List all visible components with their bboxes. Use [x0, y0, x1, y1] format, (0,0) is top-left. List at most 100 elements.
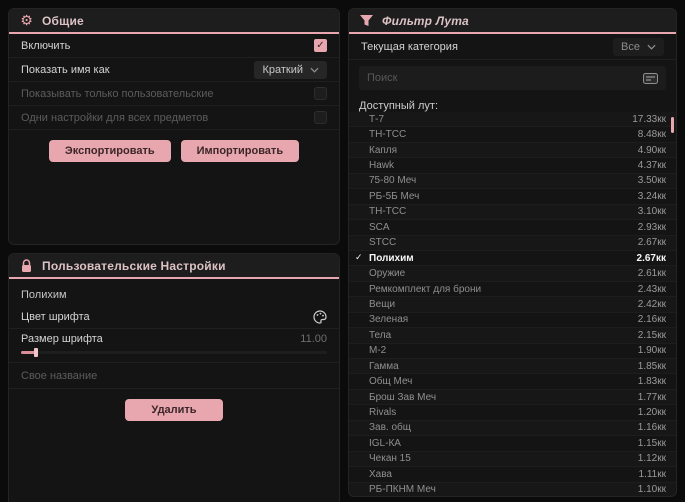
loot-item-name: IGL-КА [369, 437, 401, 449]
list-item[interactable]: Чекан 15 1.12кк [349, 452, 676, 468]
loot-item-value: 2.67кк [637, 237, 666, 249]
same-settings-row: Одни настройки для всех предметов [9, 106, 339, 130]
loot-item-name: ТН-ТСС [369, 206, 407, 218]
loot-item-value: 1.83кк [637, 376, 666, 388]
loot-item-value: 2.15кк [637, 329, 666, 341]
list-item[interactable]: РБ-5Б Меч 3.24кк [349, 189, 676, 205]
custom-settings-header: Пользовательские Настройки [9, 254, 339, 279]
list-item[interactable]: STCC 2.67кк [349, 236, 676, 251]
list-item[interactable]: Зав. общ 1.16кк [349, 421, 676, 437]
loot-item-name: Ремкомплект для брони [369, 283, 482, 295]
loot-item-name: Брош Зав Меч [369, 391, 437, 403]
list-item[interactable]: Ремкомплект для брони 2.43кк [349, 282, 676, 298]
list-item[interactable]: Тела 2.15кк [349, 328, 676, 344]
list-item[interactable]: Капля 4.90кк [349, 143, 676, 159]
show-name-dropdown[interactable]: Краткий [254, 60, 327, 79]
loot-item-name: Зав. общ [369, 422, 411, 434]
only-custom-row: Показывать только пользовательские [9, 82, 339, 106]
loot-item-value: 1.15кк [637, 437, 666, 449]
loot-filter-panel: Фильтр Лута Текущая категория Все Поиск … [348, 8, 677, 497]
list-item[interactable]: Оружие 2.61кк [349, 266, 676, 282]
list-item[interactable]: Т-7 17.33кк [349, 112, 676, 128]
selected-item-name: Полихим [21, 289, 67, 301]
slider-handle[interactable] [34, 348, 38, 357]
custom-settings-panel: Пользовательские Настройки Полихим Цвет … [8, 253, 340, 502]
loot-item-name: ТН-ТСС [369, 129, 407, 141]
list-item[interactable]: РБ-ПКНМ Меч 1.10кк [349, 483, 676, 497]
font-color-row: Цвет шрифта [9, 305, 339, 329]
loot-item-name: Гамма [369, 360, 399, 372]
list-item[interactable]: IGL-КА 1.15кк [349, 436, 676, 452]
font-size-row: Размер шрифта 11.00 [9, 329, 339, 349]
enable-row: Включить ✓ [9, 34, 339, 58]
loot-item-name: Общ Меч [369, 376, 413, 388]
search-placeholder: Поиск [367, 72, 398, 84]
list-item[interactable]: Hawk 4.37кк [349, 158, 676, 174]
loot-item-value: 2.16кк [637, 314, 666, 326]
font-color-label: Цвет шрифта [21, 310, 90, 323]
list-item[interactable]: Брош Зав Меч 1.77кк [349, 390, 676, 406]
search-input[interactable]: Поиск [359, 66, 666, 90]
list-item[interactable]: Общ Меч 1.83кк [349, 374, 676, 390]
general-panel-header: ⚙ Общие [9, 9, 339, 34]
loot-item-value: 1.10кк [637, 484, 666, 496]
show-name-value: Краткий [262, 63, 303, 76]
chevron-down-icon [310, 67, 319, 73]
list-item[interactable]: 75-80 Меч 3.50кк [349, 174, 676, 190]
loot-item-value: 4.90кк [637, 144, 666, 156]
loot-item-value: 2.43кк [637, 283, 666, 295]
delete-button[interactable]: Удалить [125, 399, 223, 421]
list-item[interactable]: ✓ Полихим 2.67кк [349, 251, 676, 267]
show-name-row: Показать имя как Краткий [9, 58, 339, 82]
loot-item-name: М-2 [369, 345, 387, 357]
loot-item-name: 75-80 Меч [369, 175, 417, 187]
search-options-icon[interactable] [643, 71, 658, 86]
same-settings-checkbox[interactable] [314, 111, 327, 124]
loot-item-value: 1.77кк [637, 391, 666, 403]
list-item[interactable]: М-2 1.90кк [349, 344, 676, 359]
only-custom-label: Показывать только пользовательские [21, 87, 214, 100]
loot-item-value: 1.12кк [637, 453, 666, 465]
enable-checkbox[interactable]: ✓ [314, 39, 327, 52]
lock-icon [19, 258, 34, 273]
loot-item-name: Вещи [369, 298, 396, 310]
scrollbar-thumb[interactable] [671, 117, 674, 133]
loot-list: Т-7 17.33кк ТН-ТСС 8.48кк Капля 4.90кк H… [349, 112, 676, 496]
list-item[interactable]: Вещи 2.42кк [349, 297, 676, 313]
list-item[interactable]: SCA 2.93кк [349, 220, 676, 236]
loot-item-value: 3.50кк [637, 175, 666, 187]
loot-item-value: 1.11кк [638, 468, 666, 480]
font-size-value: 11.00 [300, 333, 327, 345]
loot-item-check-icon: ✓ [355, 253, 363, 264]
loot-item-name: Rivals [369, 407, 397, 419]
loot-item-name: SCA [369, 221, 390, 233]
category-dropdown[interactable]: Все [613, 37, 664, 56]
list-item[interactable]: Гамма 1.85кк [349, 359, 676, 375]
custom-name-input[interactable]: Свое название [9, 363, 339, 389]
same-settings-label: Одни настройки для всех предметов [21, 111, 209, 124]
list-item[interactable]: ТН-ТСС 8.48кк [349, 127, 676, 143]
loot-filter-title: Фильтр Лута [382, 13, 469, 28]
custom-settings-title: Пользовательские Настройки [42, 258, 226, 273]
import-button[interactable]: Импортировать [180, 140, 300, 162]
palette-icon[interactable] [312, 309, 327, 324]
loot-item-name: Hawk [369, 160, 395, 172]
loot-item-value: 2.61кк [637, 268, 666, 280]
loot-item-value: 3.24кк [637, 190, 666, 202]
font-size-slider[interactable] [21, 348, 327, 357]
loot-item-name: РБ-5Б Меч [369, 190, 420, 202]
list-item[interactable]: Rivals 1.20кк [349, 405, 676, 421]
only-custom-checkbox[interactable] [314, 87, 327, 100]
list-item[interactable]: Хава 1.11кк [349, 467, 676, 483]
loot-item-name: РБ-ПКНМ Меч [369, 484, 436, 496]
loot-item-value: 2.67кк [636, 252, 666, 264]
list-item[interactable]: ТН-ТСС 3.10кк [349, 205, 676, 221]
loot-item-name: STCC [369, 237, 397, 249]
export-button[interactable]: Экспортировать [48, 140, 171, 162]
loot-item-value: 8.48кк [637, 129, 666, 141]
loot-item-name: Капля [369, 144, 398, 156]
font-size-label: Размер шрифта [21, 333, 103, 345]
list-item[interactable]: Зеленая 2.16кк [349, 313, 676, 329]
show-name-label: Показать имя как [21, 63, 110, 76]
chevron-down-icon [647, 44, 656, 50]
